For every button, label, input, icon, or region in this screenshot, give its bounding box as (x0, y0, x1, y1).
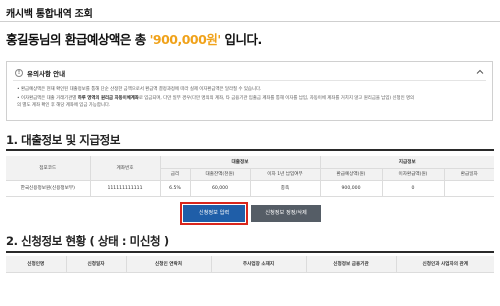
col-group-payment: 지급정보 (319, 156, 494, 169)
col-refund-date: 환급일자 (443, 168, 494, 181)
section-title-loan: 1. 대출정보 및 지급정보 (6, 133, 121, 147)
notice-title: 유의사항 안내 (27, 70, 66, 78)
notice-line-3: 의 별도 계좌 확인 후 해당 계좌에 입금 가능합니다. (17, 103, 111, 108)
col-applicant-name: 신청인명 (6, 256, 66, 273)
section-title-application-status: 2. 신청정보 현황 ( 상태 : 미신청 ) (6, 234, 169, 248)
notice-line-2-pre: • 이자환급액은 대출 거래기관별 (17, 96, 78, 101)
page-title: 캐시백 통합내역 조회 (6, 9, 93, 20)
info-icon: ! (15, 69, 23, 77)
col-interest-paid: 이자 1년 납입여부 (249, 168, 320, 181)
refund-summary: 홍길동님의 환급예상액은 총 '900,000원' 입니다. (6, 29, 262, 48)
cell-institution: 한국신용정보원(신용정보부) (6, 180, 90, 197)
cell-account: 111111111111 (89, 180, 160, 197)
col-applicant-contact: 신청인 연락처 (125, 256, 211, 273)
notice-header[interactable]: ! 유의사항 안내 (15, 68, 65, 78)
refund-summary-suffix: 입니다. (220, 32, 263, 47)
cell-loan-balance: 60,000 (189, 180, 250, 197)
chevron-up-icon[interactable] (476, 68, 484, 76)
cell-refund-expected: 900,000 (319, 180, 382, 197)
notice-line-2: • 이자환급액은 대출 거래기관별 하루 영역의 원리금 자동이체계좌로 입금되… (17, 95, 484, 101)
col-applicant-relation: 신청인과 사업자의 관계 (395, 256, 494, 273)
section-divider-application-status (6, 251, 494, 253)
notice-line-1: • 환급예상액은 현재 확인된 대출정보를 통해 단순 산정한 금액으로서 환급… (17, 87, 262, 92)
table-row: 한국신용정보원(신용정보부) 111111111111 6.5% 60,000 … (6, 180, 494, 197)
cell-refund-date (443, 180, 494, 197)
col-application-date: 신청일자 (65, 256, 126, 273)
col-rate: 금리 (159, 168, 190, 181)
application-status-table: 신청인명 신청일자 신청인 연락처 주사업장 소재지 신청정보 금융기관 신청인… (6, 256, 494, 273)
col-interest-refund: 이자환급액(원) (381, 168, 444, 181)
col-financial-institution: 신청정보 금융기관 (305, 256, 396, 273)
cell-interest-refund: 0 (381, 180, 444, 197)
notice-divider (13, 80, 486, 81)
col-account: 계좌번호 (89, 156, 160, 181)
refund-summary-prefix: 홍길동님의 환급예상액은 총 (6, 32, 150, 47)
notice-line-2-bold: 하루 영역의 원리금 자동이체계좌 (77, 96, 139, 101)
title-divider (0, 21, 500, 22)
cell-rate: 6.5% (159, 180, 190, 197)
col-refund-expected: 환급예상액(원) (319, 168, 382, 181)
loan-info-table: 점포코드 계좌번호 대출정보 지급정보 금리 대출잔액(천원) 이자 1년 납입… (6, 156, 494, 197)
section-divider-loan (6, 149, 494, 151)
col-institution: 점포코드 (6, 156, 90, 181)
col-group-loan: 대출정보 (159, 156, 320, 169)
col-business-location: 주사업장 소재지 (210, 256, 306, 273)
notice-box: ! 유의사항 안내 • 환급예상액은 현재 확인된 대출정보를 통해 단순 산정… (6, 61, 493, 121)
cell-interest-paid: 충족 (249, 180, 320, 197)
apply-info-button[interactable]: 신청정보 입력 (180, 202, 248, 225)
notice-line-2-post: 로 입금되며, 다만 일부 경우(다만 명의의 계좌, 타 금융기관 입출금 계… (138, 96, 415, 101)
col-loan-balance: 대출잔액(천원) (189, 168, 250, 181)
edit-delete-info-button[interactable]: 신청정보 정정/삭제 (251, 205, 321, 222)
refund-amount: '900,000원' (149, 32, 222, 47)
